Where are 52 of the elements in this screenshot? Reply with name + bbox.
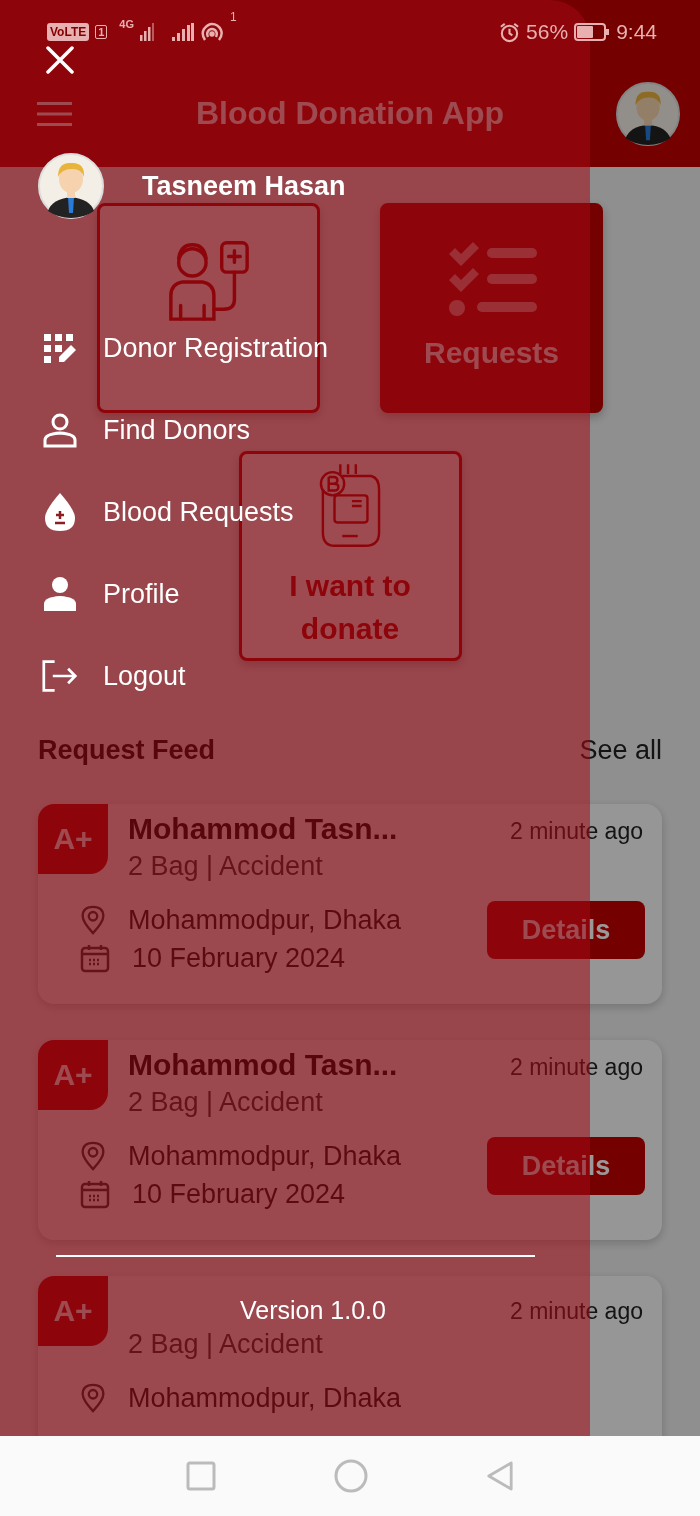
calendar-icon: [80, 1179, 110, 1209]
blood-drop-icon: [42, 492, 78, 532]
user-name: Tasneem Hasan: [142, 170, 346, 202]
date-text: 10 February 2024: [132, 1178, 346, 1210]
close-icon[interactable]: [46, 46, 74, 74]
person-outline-icon: [42, 412, 78, 448]
details-button[interactable]: Details: [487, 1137, 645, 1195]
location-pin-icon: [80, 905, 106, 935]
section-title: Request Feed: [38, 735, 216, 766]
version-text: Version 1.0.0: [240, 1296, 386, 1325]
app-title: Blood Donation App: [195, 95, 505, 132]
network-label: VoLTE: [47, 23, 90, 41]
blood-bag-icon: [319, 461, 381, 550]
requester-name: Mohammod Tasn...: [128, 812, 398, 847]
blood-group-badge: A+: [38, 1040, 108, 1110]
blood-group-badge: A+: [38, 1276, 108, 1346]
user-avatar: [38, 153, 104, 219]
location-text: Mohammodpur, Dhaka: [128, 1382, 402, 1414]
location-text: Mohammodpur, Dhaka: [128, 1140, 402, 1172]
date-text: 10 February 2024: [132, 942, 346, 974]
menu-icon[interactable]: [37, 101, 72, 126]
sim-label: 1: [95, 25, 108, 39]
location-pin-icon: [80, 1141, 106, 1171]
hotspot-count: 1: [230, 10, 237, 24]
drawer-menu-item[interactable]: Find Donors: [0, 389, 251, 471]
details-button[interactable]: Details: [487, 901, 645, 959]
home-icon[interactable]: [334, 1459, 368, 1493]
grid-pen-icon: [42, 332, 78, 364]
person-icon: [42, 576, 78, 612]
network-type: 4G: [119, 18, 135, 30]
hotspot-icon: [200, 22, 225, 42]
location-pin-icon: [80, 1383, 106, 1413]
clock-time: 9:44: [616, 20, 657, 44]
alarm-icon: [499, 21, 521, 43]
signal-icon: [172, 23, 195, 41]
location-text: Mohammodpur, Dhaka: [128, 904, 402, 936]
checklist-icon: [446, 241, 537, 317]
drawer-menu-item[interactable]: Logout: [0, 635, 186, 717]
drawer-menu-item[interactable]: Blood Requests: [0, 471, 294, 553]
signal-icon: [140, 23, 155, 41]
blood-group-badge: A+: [38, 804, 108, 874]
calendar-icon: [80, 943, 110, 973]
tile-label[interactable]: Requests: [423, 330, 559, 375]
drawer-menu-item[interactable]: Donor Registration: [0, 307, 329, 389]
logout-icon: [42, 658, 78, 694]
recent-apps-icon[interactable]: [186, 1461, 216, 1491]
requester-name: Mohammod Tasn...: [128, 1048, 398, 1083]
user-avatar[interactable]: [616, 81, 680, 146]
drawer-menu-item[interactable]: Profile: [0, 553, 180, 635]
battery-percent: 56%: [526, 20, 569, 44]
battery-icon: [574, 23, 611, 41]
back-icon[interactable]: [486, 1460, 514, 1492]
